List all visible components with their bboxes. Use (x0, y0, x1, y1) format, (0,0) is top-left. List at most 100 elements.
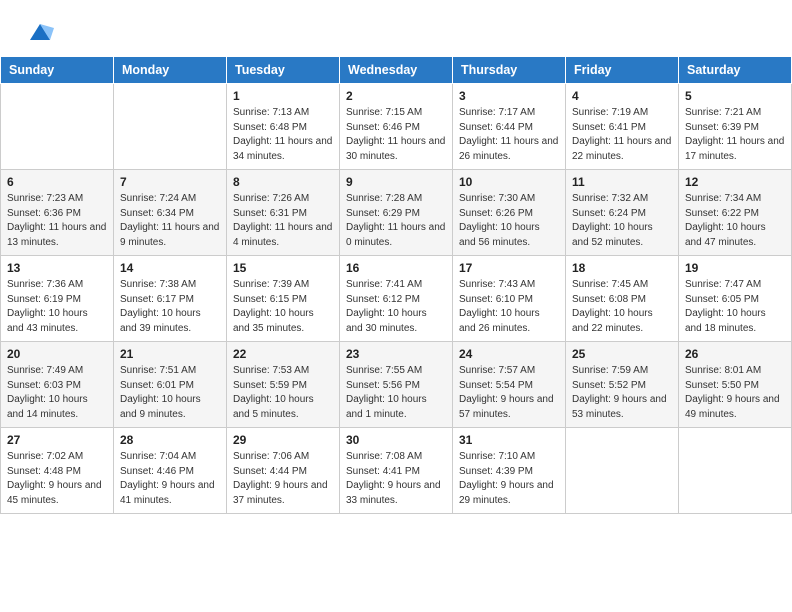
calendar-cell: 7 Sunrise: 7:24 AMSunset: 6:34 PMDaylight… (114, 170, 227, 256)
calendar-cell: 16 Sunrise: 7:41 AMSunset: 6:12 PMDayligh… (340, 256, 453, 342)
day-info: Sunrise: 7:57 AMSunset: 5:54 PMDaylight:… (459, 364, 559, 422)
day-number: 30 (346, 433, 446, 447)
day-info: Sunrise: 7:43 AMSunset: 6:10 PMDaylight:… (459, 278, 559, 336)
day-info: Sunrise: 7:24 AMSunset: 6:34 PMDaylight:… (120, 192, 220, 250)
day-number: 28 (120, 433, 220, 447)
day-info: Sunrise: 7:23 AMSunset: 6:36 PMDaylight:… (7, 192, 107, 250)
day-number: 26 (685, 347, 785, 361)
day-number: 4 (572, 89, 672, 103)
weekday-header: Friday (566, 57, 679, 84)
calendar-cell: 26 Sunrise: 8:01 AMSunset: 5:50 PMDayligh… (679, 342, 792, 428)
weekday-header: Saturday (679, 57, 792, 84)
day-number: 3 (459, 89, 559, 103)
calendar-cell: 25 Sunrise: 7:59 AMSunset: 5:52 PMDayligh… (566, 342, 679, 428)
day-number: 11 (572, 175, 672, 189)
calendar-cell: 23Sunrise: 7:55 AMSunset: 5:56 PMDayligh… (340, 342, 453, 428)
calendar-week-row: 20 Sunrise: 7:49 AMSunset: 6:03 PMDayligh… (1, 342, 792, 428)
calendar-cell: 20 Sunrise: 7:49 AMSunset: 6:03 PMDayligh… (1, 342, 114, 428)
calendar-week-row: 6 Sunrise: 7:23 AMSunset: 6:36 PMDaylight… (1, 170, 792, 256)
weekday-header: Sunday (1, 57, 114, 84)
calendar-cell: 12 Sunrise: 7:34 AMSunset: 6:22 PMDayligh… (679, 170, 792, 256)
logo (24, 18, 54, 46)
day-info: Sunrise: 7:13 AMSunset: 6:48 PMDaylight:… (233, 106, 333, 164)
day-number: 13 (7, 261, 107, 275)
day-info: Sunrise: 7:45 AMSunset: 6:08 PMDaylight:… (572, 278, 672, 336)
day-info: Sunrise: 7:34 AMSunset: 6:22 PMDaylight:… (685, 192, 785, 250)
logo-icon (26, 18, 54, 46)
day-info: Sunrise: 7:30 AMSunset: 6:26 PMDaylight:… (459, 192, 559, 250)
header (0, 0, 792, 56)
calendar-cell: 29 Sunrise: 7:06 AMSunset: 4:44 PMDayligh… (227, 428, 340, 514)
calendar-cell: 2Sunrise: 7:15 AMSunset: 6:46 PMDaylight… (340, 84, 453, 170)
day-number: 25 (572, 347, 672, 361)
weekday-header: Monday (114, 57, 227, 84)
day-info: Sunrise: 7:19 AMSunset: 6:41 PMDaylight:… (572, 106, 672, 164)
day-number: 5 (685, 89, 785, 103)
day-number: 27 (7, 433, 107, 447)
calendar-cell: 13 Sunrise: 7:36 AMSunset: 6:19 PMDayligh… (1, 256, 114, 342)
day-number: 22 (233, 347, 333, 361)
day-number: 17 (459, 261, 559, 275)
day-number: 20 (7, 347, 107, 361)
calendar-cell: 3Sunrise: 7:17 AMSunset: 6:44 PMDaylight… (453, 84, 566, 170)
day-number: 7 (120, 175, 220, 189)
calendar-cell: 27 Sunrise: 7:02 AMSunset: 4:48 PMDayligh… (1, 428, 114, 514)
day-number: 1 (233, 89, 333, 103)
calendar: SundayMondayTuesdayWednesdayThursdayFrid… (0, 56, 792, 514)
day-info: Sunrise: 7:55 AMSunset: 5:56 PMDaylight:… (346, 364, 446, 422)
calendar-cell: 28 Sunrise: 7:04 AMSunset: 4:46 PMDayligh… (114, 428, 227, 514)
calendar-cell (114, 84, 227, 170)
day-number: 8 (233, 175, 333, 189)
calendar-cell: 10 Sunrise: 7:30 AMSunset: 6:26 PMDayligh… (453, 170, 566, 256)
calendar-cell: 24 Sunrise: 7:57 AMSunset: 5:54 PMDayligh… (453, 342, 566, 428)
day-number: 31 (459, 433, 559, 447)
day-info: Sunrise: 7:08 AMSunset: 4:41 PMDaylight:… (346, 450, 446, 508)
weekday-header: Wednesday (340, 57, 453, 84)
day-info: Sunrise: 7:06 AMSunset: 4:44 PMDaylight:… (233, 450, 333, 508)
day-info: Sunrise: 7:21 AMSunset: 6:39 PMDaylight:… (685, 106, 785, 164)
day-number: 21 (120, 347, 220, 361)
day-info: Sunrise: 7:10 AMSunset: 4:39 PMDaylight:… (459, 450, 559, 508)
calendar-cell: 6 Sunrise: 7:23 AMSunset: 6:36 PMDaylight… (1, 170, 114, 256)
day-info: Sunrise: 7:28 AMSunset: 6:29 PMDaylight:… (346, 192, 446, 250)
day-info: Sunrise: 7:49 AMSunset: 6:03 PMDaylight:… (7, 364, 107, 422)
calendar-week-row: 1 Sunrise: 7:13 AMSunset: 6:48 PMDaylight… (1, 84, 792, 170)
calendar-cell (566, 428, 679, 514)
day-number: 10 (459, 175, 559, 189)
weekday-header: Tuesday (227, 57, 340, 84)
day-number: 19 (685, 261, 785, 275)
calendar-cell: 22 Sunrise: 7:53 AMSunset: 5:59 PMDayligh… (227, 342, 340, 428)
calendar-cell: 5 Sunrise: 7:21 AMSunset: 6:39 PMDaylight… (679, 84, 792, 170)
day-info: Sunrise: 7:38 AMSunset: 6:17 PMDaylight:… (120, 278, 220, 336)
calendar-cell: 9 Sunrise: 7:28 AMSunset: 6:29 PMDaylight… (340, 170, 453, 256)
day-info: Sunrise: 7:53 AMSunset: 5:59 PMDaylight:… (233, 364, 333, 422)
day-info: Sunrise: 7:36 AMSunset: 6:19 PMDaylight:… (7, 278, 107, 336)
calendar-cell: 1 Sunrise: 7:13 AMSunset: 6:48 PMDaylight… (227, 84, 340, 170)
calendar-cell: 31 Sunrise: 7:10 AMSunset: 4:39 PMDayligh… (453, 428, 566, 514)
day-info: Sunrise: 7:04 AMSunset: 4:46 PMDaylight:… (120, 450, 220, 508)
day-number: 29 (233, 433, 333, 447)
calendar-cell: 17 Sunrise: 7:43 AMSunset: 6:10 PMDayligh… (453, 256, 566, 342)
day-info: Sunrise: 7:41 AMSunset: 6:12 PMDaylight:… (346, 278, 446, 336)
day-number: 24 (459, 347, 559, 361)
weekday-header: Thursday (453, 57, 566, 84)
day-info: Sunrise: 7:32 AMSunset: 6:24 PMDaylight:… (572, 192, 672, 250)
day-info: Sunrise: 7:51 AMSunset: 6:01 PMDaylight:… (120, 364, 220, 422)
day-number: 14 (120, 261, 220, 275)
weekday-header-row: SundayMondayTuesdayWednesdayThursdayFrid… (1, 57, 792, 84)
day-info: Sunrise: 7:39 AMSunset: 6:15 PMDaylight:… (233, 278, 333, 336)
calendar-cell: 30 Sunrise: 7:08 AMSunset: 4:41 PMDayligh… (340, 428, 453, 514)
page: SundayMondayTuesdayWednesdayThursdayFrid… (0, 0, 792, 612)
day-number: 9 (346, 175, 446, 189)
calendar-cell: 21 Sunrise: 7:51 AMSunset: 6:01 PMDayligh… (114, 342, 227, 428)
day-number: 12 (685, 175, 785, 189)
day-number: 6 (7, 175, 107, 189)
calendar-cell: 18Sunrise: 7:45 AMSunset: 6:08 PMDayligh… (566, 256, 679, 342)
calendar-cell (679, 428, 792, 514)
day-info: Sunrise: 7:02 AMSunset: 4:48 PMDaylight:… (7, 450, 107, 508)
day-number: 16 (346, 261, 446, 275)
day-info: Sunrise: 8:01 AMSunset: 5:50 PMDaylight:… (685, 364, 785, 422)
day-number: 2 (346, 89, 446, 103)
day-number: 15 (233, 261, 333, 275)
day-info: Sunrise: 7:59 AMSunset: 5:52 PMDaylight:… (572, 364, 672, 422)
